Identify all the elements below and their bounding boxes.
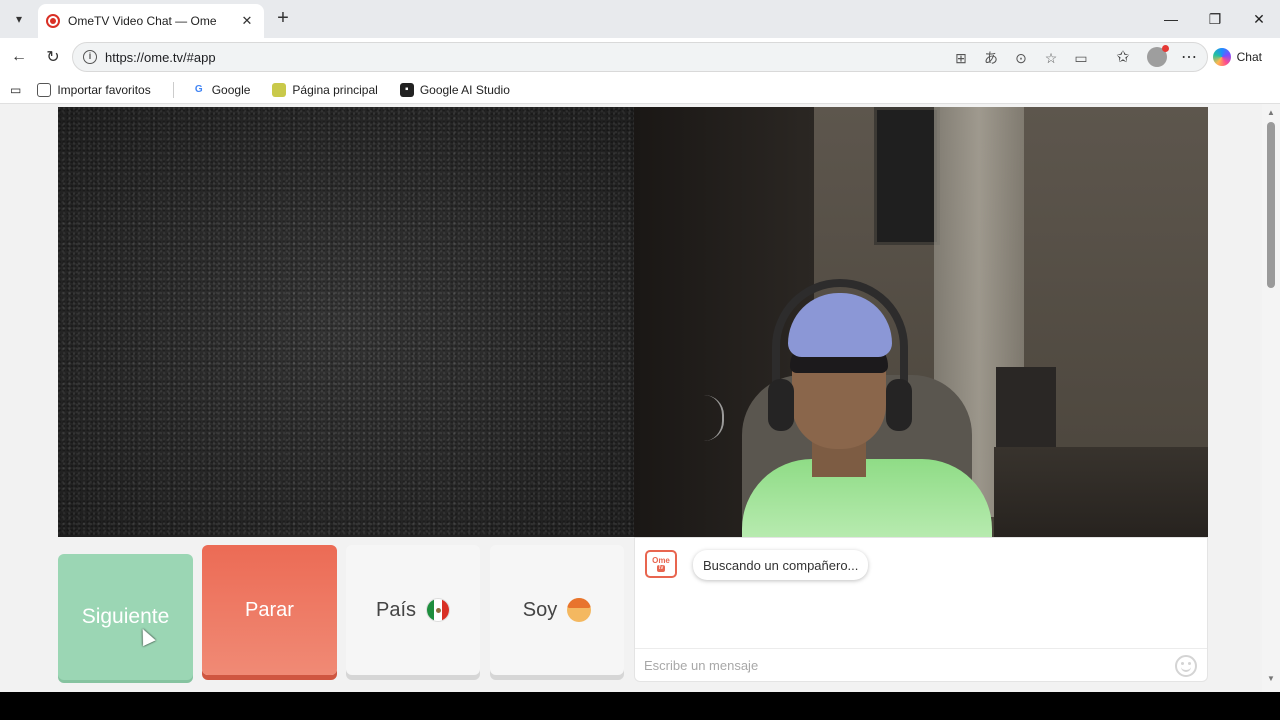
tab-close-icon[interactable]: ✕ xyxy=(238,13,256,29)
bookmarks-divider xyxy=(172,81,174,98)
bookmark-home[interactable]: Página principal xyxy=(272,82,378,97)
profile-button[interactable] xyxy=(1146,45,1169,68)
bookmark-google[interactable]: G Google xyxy=(192,83,251,97)
self-camera-video xyxy=(634,107,1208,537)
url-text[interactable]: https://ome.tv/#app xyxy=(105,50,216,65)
site-info-icon[interactable]: i xyxy=(83,50,97,64)
page-scrollbar[interactable]: ▲ ▼ xyxy=(1262,104,1280,692)
browser-tab[interactable]: OmeTV Video Chat — Omegl ✕ xyxy=(38,4,264,38)
room-floor xyxy=(994,447,1208,537)
mexico-flag-icon xyxy=(426,598,451,622)
gender-button[interactable]: Soy xyxy=(490,545,624,675)
room-window xyxy=(874,107,940,245)
import-icon xyxy=(37,82,52,97)
bookmark-label: Página principal xyxy=(292,82,378,97)
bottom-black-bar xyxy=(0,692,1280,720)
boy-emoji-icon xyxy=(567,598,592,622)
copilot-icon xyxy=(1212,48,1231,66)
back-arrow-icon[interactable]: ← xyxy=(8,46,30,68)
scroll-thumb[interactable] xyxy=(1267,122,1275,288)
address-bar-tools: ⊞ あ ⊙ ☆ ▭ xyxy=(951,43,1091,73)
bookmark-label: Google AI Studio xyxy=(419,82,510,97)
person-shirt xyxy=(742,459,992,537)
home-icon xyxy=(272,82,287,97)
tab-bar: ▾ OmeTV Video Chat — Omegl ✕ + — ❐ ✕ xyxy=(0,0,1280,38)
logo-text: Ome xyxy=(652,555,670,565)
message-input[interactable] xyxy=(644,658,1164,673)
navigation-bar: ← ↻ i https://ome.tv/#app ⊞ あ ⊙ ☆ ▭ ✩ ⋯ … xyxy=(0,38,1280,76)
settings-more-icon[interactable]: ⋯ xyxy=(1178,46,1200,68)
chat-label: Chat xyxy=(1236,50,1262,64)
ome-tv-logo-icon: Ome tv xyxy=(645,550,677,578)
status-message: Buscando un compañero... xyxy=(693,550,869,580)
more-tools-icon[interactable]: ⊙ xyxy=(1011,48,1031,68)
omegle-favicon-icon xyxy=(46,14,60,28)
headset-ear-left xyxy=(768,379,794,431)
reload-icon[interactable]: ↻ xyxy=(42,46,64,68)
emoji-smiley-icon[interactable] xyxy=(1175,655,1197,677)
favorite-star-icon[interactable]: ☆ xyxy=(1041,48,1061,68)
bookmark-label: Importar favoritos xyxy=(57,82,151,97)
partner-video-static xyxy=(58,107,634,537)
gender-label: Soy xyxy=(522,598,558,621)
copilot-chat-button[interactable]: Chat xyxy=(1207,45,1268,69)
maximize-button[interactable]: ❐ xyxy=(1200,8,1230,30)
next-button[interactable]: Siguiente xyxy=(58,554,193,680)
minimize-button[interactable]: — xyxy=(1156,8,1186,30)
tab-title: OmeTV Video Chat — Omegl xyxy=(68,14,216,28)
chat-input-area xyxy=(635,648,1207,682)
bookmark-label: Google xyxy=(211,82,251,97)
headset-ear-right xyxy=(886,379,912,431)
google-icon: G xyxy=(194,84,203,95)
address-bar[interactable]: i https://ome.tv/#app ⊞ あ ⊙ ☆ ▭ xyxy=(72,42,1208,72)
scroll-up-icon[interactable]: ▲ xyxy=(1266,108,1276,118)
camera-in-use-icon[interactable]: ▭ xyxy=(1071,48,1091,68)
ai-studio-icon: ▪ xyxy=(399,82,414,97)
app-available-icon[interactable]: ⊞ xyxy=(951,48,971,68)
sidebar-toggle-icon[interactable]: ▭ xyxy=(10,83,21,97)
bookmarks-bar: ▭ Importar favoritos G Google Página pri… xyxy=(0,76,1280,104)
stop-button[interactable]: Parar xyxy=(202,545,337,675)
bookmark-ai-studio[interactable]: ▪ Google AI Studio xyxy=(399,82,510,97)
chat-panel: Ome tv Buscando un compañero... xyxy=(634,537,1208,682)
new-tab-button[interactable]: + xyxy=(272,8,294,30)
tab-actions-menu-button[interactable]: ▾ xyxy=(6,6,32,32)
bookmark-import[interactable]: Importar favoritos xyxy=(37,82,151,97)
country-label: País xyxy=(375,598,417,621)
translate-icon[interactable]: あ xyxy=(981,48,1001,68)
avatar xyxy=(1147,45,1169,67)
logo-sub: tv xyxy=(656,564,666,572)
country-button[interactable]: País xyxy=(346,545,480,675)
favorites-icon[interactable]: ✩ xyxy=(1112,46,1134,68)
close-window-button[interactable]: ✕ xyxy=(1244,8,1274,30)
scroll-down-icon[interactable]: ▼ xyxy=(1266,674,1276,684)
